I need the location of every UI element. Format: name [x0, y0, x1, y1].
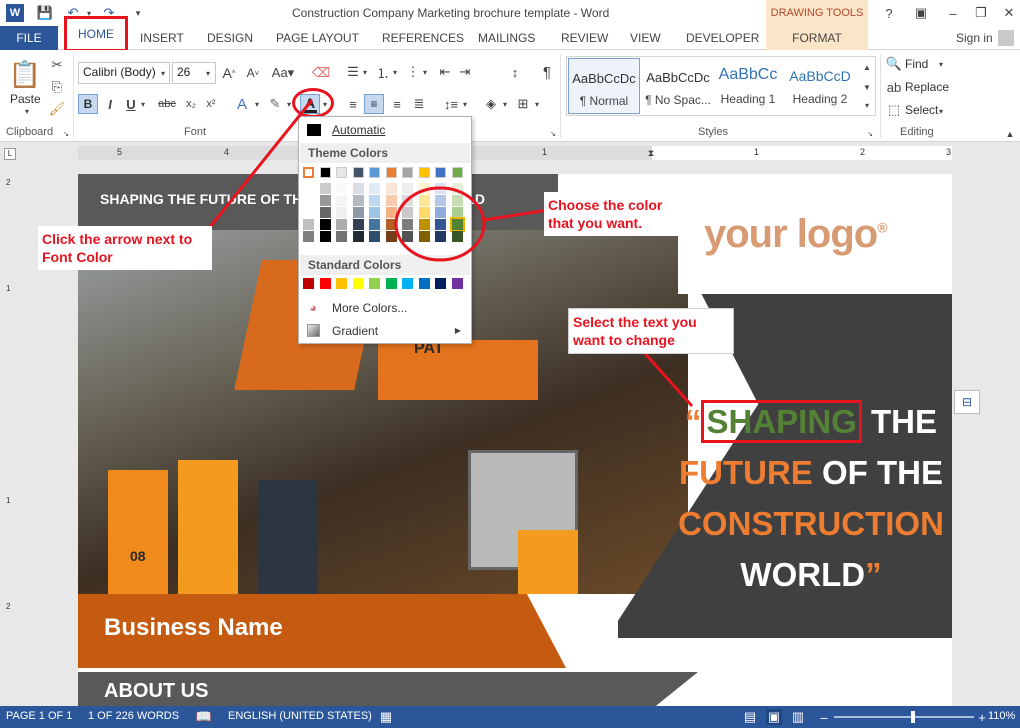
- callout-line-select: [640, 349, 694, 407]
- page-count[interactable]: PAGE 1 OF 1: [6, 710, 72, 722]
- print-layout-icon[interactable]: ▣: [766, 709, 782, 725]
- callout-select-text: Select the text you want to change: [568, 308, 734, 354]
- language-indicator[interactable]: ENGLISH (UNITED STATES): [228, 710, 372, 722]
- macro-recording-icon[interactable]: ▦: [378, 709, 394, 725]
- callout-font-color: Click the arrow next to Font Color: [38, 226, 212, 270]
- zoom-level[interactable]: 110%: [988, 710, 1015, 722]
- web-layout-icon[interactable]: ▥: [790, 709, 806, 725]
- callout-line-choose: [483, 208, 549, 222]
- read-mode-icon[interactable]: ▤: [742, 709, 758, 725]
- zoom-slider-track[interactable]: [834, 716, 974, 718]
- zoom-out-icon[interactable]: –: [818, 709, 830, 725]
- color-highlight-ellipse: [394, 186, 486, 262]
- annotation-overlay: [204, 99, 694, 407]
- callout-line-font-color: [204, 99, 314, 233]
- proofing-icon[interactable]: 📖: [196, 709, 212, 725]
- status-bar: PAGE 1 OF 1 1 OF 226 WORDS 📖 ENGLISH (UN…: [0, 706, 1020, 728]
- callout-choose-color: Choose the color that you want.: [544, 192, 684, 236]
- zoom-slider-thumb[interactable]: [911, 711, 915, 723]
- word-count[interactable]: 1 OF 226 WORDS: [88, 710, 179, 722]
- zoom-in-icon[interactable]: +: [976, 709, 988, 725]
